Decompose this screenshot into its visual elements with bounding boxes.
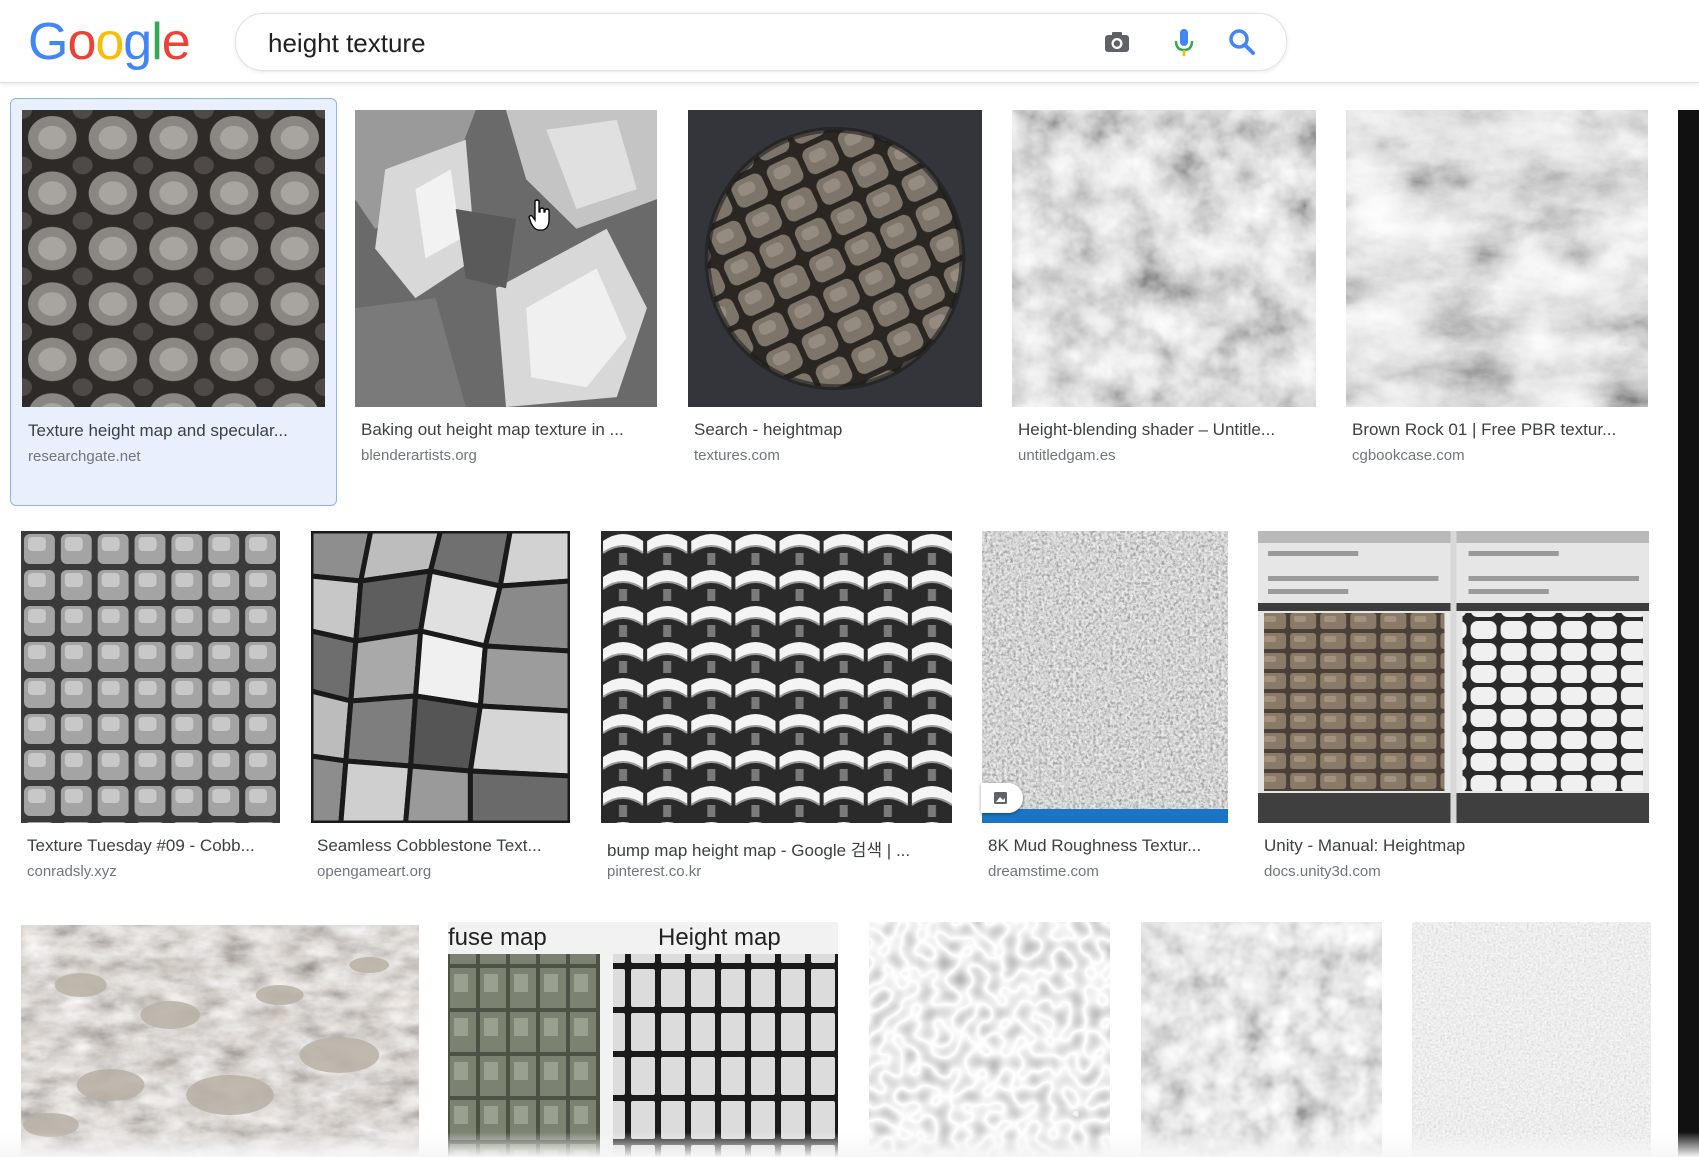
result-domain: textures.com — [694, 447, 780, 464]
result-title[interactable]: Brown Rock 01 | Free PBR textur... — [1352, 420, 1647, 440]
result-domain: blenderartists.org — [361, 447, 477, 464]
result-thumbnail[interactable] — [21, 531, 280, 823]
result-thumbnail[interactable] — [1012, 110, 1316, 407]
result-card[interactable]: fuse map Height map — [448, 922, 840, 1157]
image-text-right: Height map — [658, 924, 781, 951]
result-card[interactable]: bump map height map - Google 검색 | ... pi… — [601, 531, 953, 881]
logo-letter: l — [151, 13, 163, 71]
hand-cursor-icon — [528, 198, 550, 232]
result-thumbnail[interactable] — [601, 531, 952, 823]
result-thumbnail[interactable] — [1141, 922, 1382, 1157]
result-card[interactable]: Brown Rock 01 | Free PBR textur... cgboo… — [1346, 110, 1651, 500]
result-title[interactable]: Search - heightmap — [694, 420, 984, 440]
camera-icon[interactable] — [1099, 24, 1135, 60]
result-thumbnail[interactable] — [21, 925, 419, 1157]
image-text-left: fuse map — [448, 924, 547, 951]
result-card[interactable]: Height-blending shader – Untitle... unti… — [1012, 110, 1317, 500]
bottom-fade — [0, 1132, 1699, 1157]
result-title[interactable]: Texture height map and specular... — [28, 421, 328, 441]
scrollbar-edge[interactable] — [1678, 110, 1699, 1157]
image-badge-icon — [981, 783, 1023, 813]
result-card[interactable]: Texture Tuesday #09 - Cobb... conradsly.… — [21, 531, 283, 881]
result-card[interactable]: Search - heightmap textures.com — [688, 110, 983, 500]
google-logo[interactable]: Google — [28, 10, 191, 74]
result-card[interactable] — [21, 925, 421, 1157]
result-thumbnail[interactable] — [1258, 531, 1649, 823]
result-thumbnail[interactable] — [311, 531, 570, 823]
result-domain: conradsly.xyz — [27, 863, 117, 880]
result-domain: untitledgam.es — [1018, 447, 1116, 464]
result-thumbnail[interactable] — [1412, 922, 1651, 1157]
result-domain: cgbookcase.com — [1352, 447, 1465, 464]
header-bar: Google — [0, 0, 1699, 83]
result-domain: docs.unity3d.com — [1264, 863, 1381, 880]
logo-letter: o — [95, 13, 124, 71]
result-card[interactable]: 8K Mud Roughness Textur... dreamstime.co… — [982, 531, 1232, 881]
image-results-grid: Texture height map and specular... resea… — [0, 82, 1699, 1157]
result-title[interactable]: bump map height map - Google 검색 | ... — [607, 836, 952, 861]
microphone-icon[interactable] — [1166, 24, 1202, 60]
result-title[interactable]: Baking out height map texture in ... — [361, 420, 661, 440]
result-title[interactable]: 8K Mud Roughness Textur... — [988, 836, 1228, 856]
result-card[interactable]: Baking out height map texture in ... ble… — [355, 110, 660, 500]
result-thumbnail[interactable] — [355, 110, 657, 407]
logo-letter: o — [67, 13, 96, 71]
result-card[interactable]: Unity - Manual: Heightmap docs.unity3d.c… — [1258, 531, 1652, 881]
result-domain: researchgate.net — [28, 448, 141, 465]
result-title[interactable]: Seamless Cobblestone Text... — [317, 836, 572, 856]
result-domain: pinterest.co.kr — [607, 863, 702, 880]
search-icon[interactable] — [1224, 24, 1260, 60]
result-thumbnail[interactable] — [1346, 110, 1648, 407]
result-card[interactable] — [1412, 922, 1652, 1157]
search-input[interactable] — [266, 22, 1070, 64]
result-thumbnail[interactable] — [22, 110, 325, 407]
result-card[interactable]: Seamless Cobblestone Text... opengameart… — [311, 531, 573, 881]
logo-letter: G — [28, 13, 68, 71]
search-box[interactable] — [235, 13, 1287, 71]
result-thumbnail[interactable]: fuse map Height map — [448, 922, 838, 1157]
result-title[interactable]: Height-blending shader – Untitle... — [1018, 420, 1313, 440]
result-title[interactable]: Texture Tuesday #09 - Cobb... — [27, 836, 282, 856]
result-thumbnail[interactable] — [982, 531, 1228, 823]
result-thumbnail[interactable] — [688, 110, 982, 407]
result-title[interactable]: Unity - Manual: Heightmap — [1264, 836, 1649, 856]
result-card[interactable] — [1141, 922, 1383, 1157]
result-thumbnail[interactable] — [869, 922, 1110, 1157]
logo-letter: e — [161, 13, 191, 71]
result-domain: dreamstime.com — [988, 863, 1099, 880]
result-card[interactable] — [869, 922, 1111, 1157]
result-card[interactable]: Texture height map and specular... resea… — [10, 98, 337, 506]
result-domain: opengameart.org — [317, 863, 432, 880]
logo-letter: g — [123, 13, 152, 71]
